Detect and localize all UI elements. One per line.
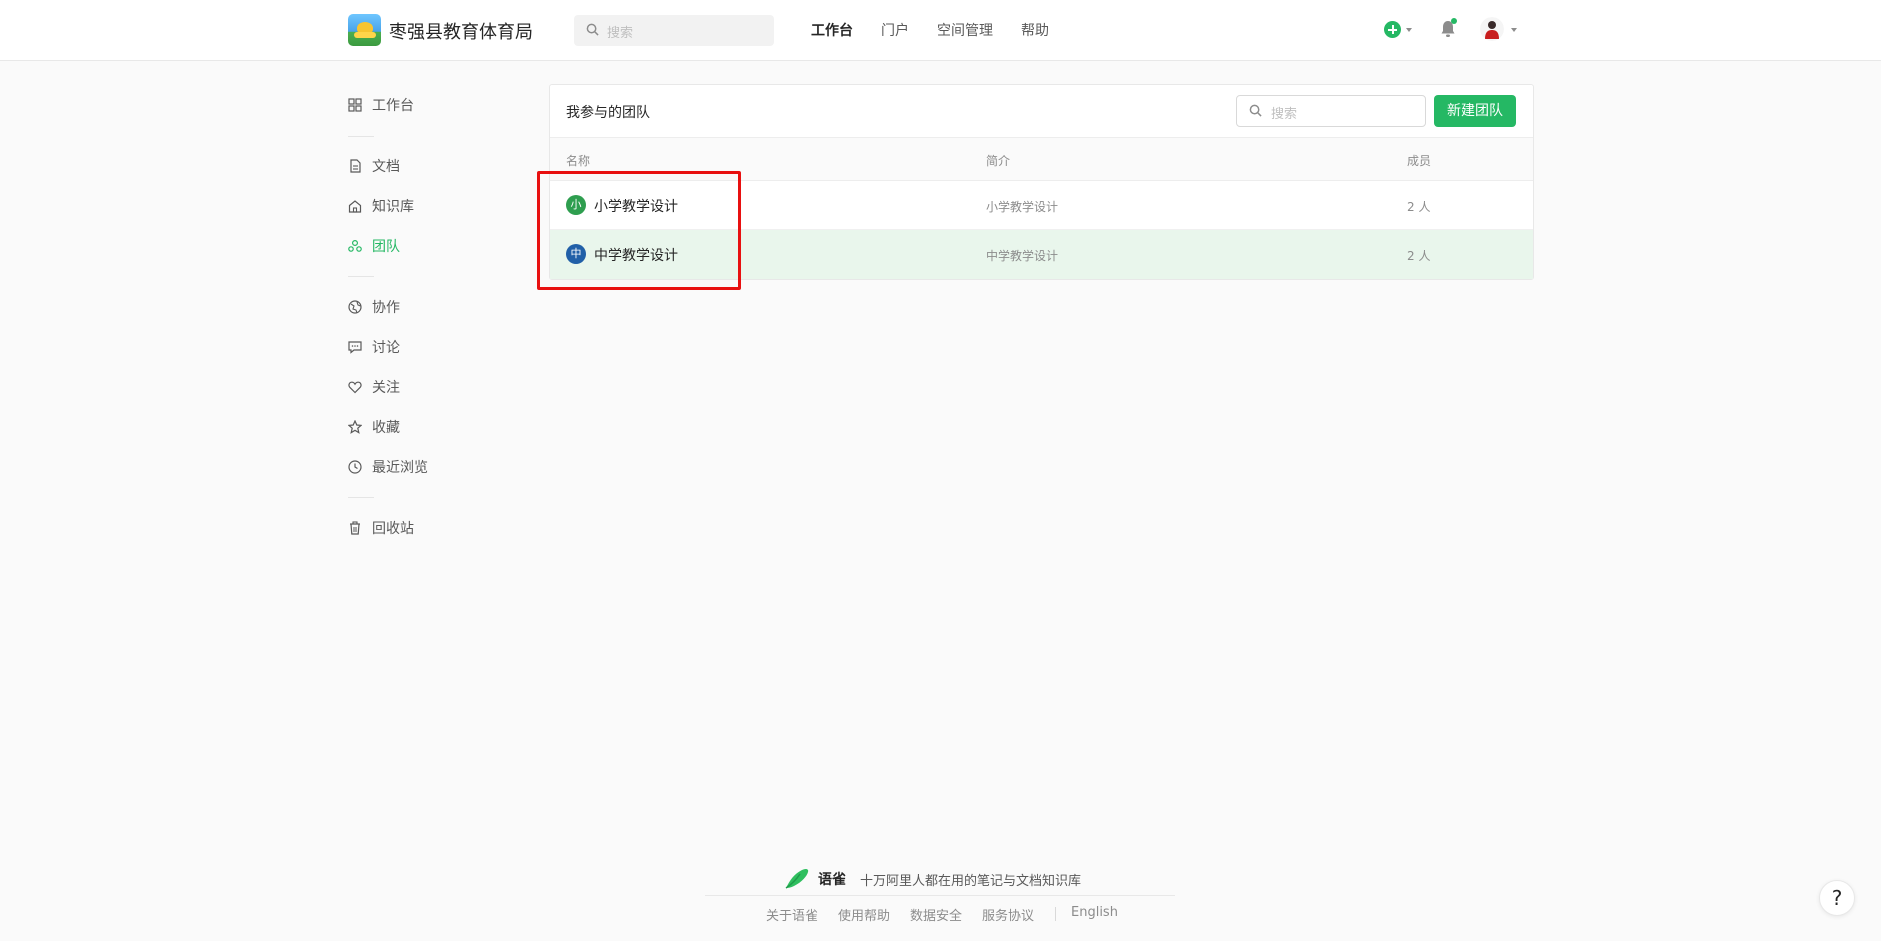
org-logo[interactable]	[348, 14, 381, 46]
sidebar-item-label: 团队	[372, 239, 400, 255]
notification-bell-icon[interactable]	[1440, 18, 1457, 38]
clock-icon	[348, 460, 362, 474]
search-placeholder: 搜索	[607, 26, 634, 41]
new-team-button[interactable]: 新建团队	[1434, 95, 1516, 127]
dashboard-icon	[348, 98, 362, 112]
footer-link-security[interactable]: 数据安全	[910, 905, 962, 924]
avatar-chevron-down-icon[interactable]	[1511, 28, 1517, 32]
sidebar-item-label: 最近浏览	[372, 460, 428, 476]
team-search-input[interactable]: 搜索	[1236, 95, 1426, 127]
sidebar-divider	[348, 497, 374, 498]
sidebar-item-discussion[interactable]: 讨论	[348, 336, 400, 358]
trash-icon	[350, 521, 360, 535]
column-header-members: 成员	[1407, 154, 1432, 168]
footer-link-help[interactable]: 使用帮助	[838, 905, 890, 924]
footer-slogan: 十万阿里人都在用的笔记与文档知识库	[860, 874, 1082, 889]
team-intro: 中学教学设计	[986, 249, 1059, 263]
sidebar-item-team[interactable]: 团队	[348, 235, 400, 257]
sidebar-item-knowledge-base[interactable]: 知识库	[348, 195, 414, 217]
search-placeholder: 搜索	[1271, 107, 1298, 122]
team-icon	[348, 239, 362, 252]
sidebar-item-label: 工作台	[372, 98, 414, 114]
footer-link-terms[interactable]: 服务协议	[982, 905, 1034, 924]
sidebar-divider	[348, 276, 374, 277]
sidebar-item-favorites[interactable]: 收藏	[348, 416, 400, 438]
footer-divider	[705, 895, 1175, 896]
team-intro: 小学教学设计	[986, 200, 1059, 214]
globe-icon	[348, 300, 362, 314]
search-icon	[1249, 104, 1262, 117]
nav-space-admin[interactable]: 空间管理	[937, 20, 993, 40]
sidebar-item-label: 讨论	[372, 340, 400, 356]
footer-link-about[interactable]: 关于语雀	[766, 905, 818, 924]
heart-icon	[348, 381, 362, 394]
sidebar-item-docs[interactable]: 文档	[348, 155, 400, 177]
top-header: 枣强县教育体育局 搜索 工作台 门户 空间管理 帮助	[0, 0, 1881, 61]
sidebar-divider	[348, 136, 374, 137]
knowledge-base-icon	[348, 200, 362, 213]
team-member-count: 2 人	[1407, 249, 1431, 263]
document-icon	[350, 159, 361, 173]
sidebar-item-label: 协作	[372, 300, 400, 316]
sidebar-item-workbench[interactable]: 工作台	[348, 94, 414, 116]
sidebar-item-recent[interactable]: 最近浏览	[348, 456, 428, 478]
column-header-name: 名称	[566, 154, 591, 168]
yuque-bird-icon	[785, 868, 809, 889]
highlight-annotation-box	[537, 171, 741, 290]
column-header-intro: 简介	[986, 154, 1011, 168]
create-plus-icon[interactable]	[1384, 21, 1401, 38]
comment-icon	[348, 341, 362, 354]
sidebar-item-label: 关注	[372, 380, 400, 396]
star-icon	[348, 420, 362, 434]
footer-separator	[1055, 907, 1056, 921]
sidebar-item-label: 收藏	[372, 420, 400, 436]
team-member-count: 2 人	[1407, 200, 1431, 214]
user-avatar[interactable]	[1480, 17, 1504, 41]
nav-portal[interactable]: 门户	[881, 20, 909, 40]
footer-link-english[interactable]: English	[1071, 905, 1118, 920]
create-chevron-down-icon[interactable]	[1406, 28, 1412, 32]
sidebar-item-label: 知识库	[372, 199, 414, 215]
footer-brand[interactable]: 语雀	[818, 869, 846, 889]
nav-workbench[interactable]: 工作台	[811, 20, 853, 40]
notification-dot	[1451, 18, 1457, 24]
sidebar-item-label: 回收站	[372, 521, 414, 537]
top-search-input[interactable]: 搜索	[574, 15, 774, 46]
search-icon	[586, 23, 599, 36]
sidebar-item-follow[interactable]: 关注	[348, 376, 400, 398]
sidebar-item-trash[interactable]: 回收站	[348, 517, 414, 539]
nav-help[interactable]: 帮助	[1021, 20, 1049, 40]
help-question-button[interactable]: ?	[1819, 880, 1855, 916]
org-name[interactable]: 枣强县教育体育局	[389, 18, 533, 44]
sidebar-item-label: 文档	[372, 159, 400, 175]
sidebar-item-collab[interactable]: 协作	[348, 296, 400, 318]
card-title: 我参与的团队	[566, 105, 650, 121]
